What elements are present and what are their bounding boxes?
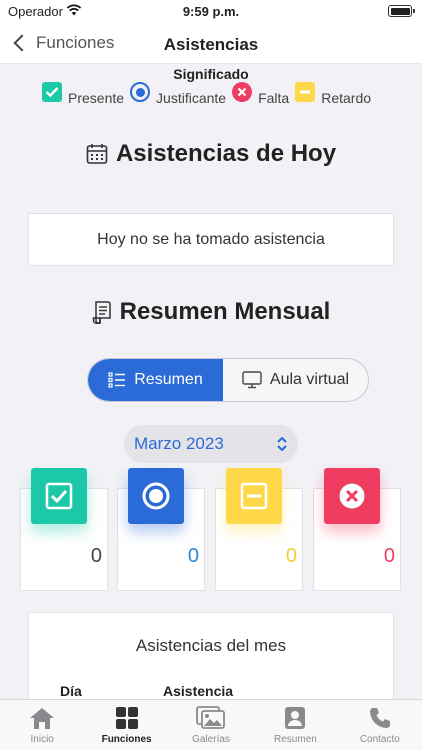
tab-label: Inicio <box>30 734 54 745</box>
stat-card-retardos: R 0 <box>215 468 303 591</box>
tab-label: Funciones <box>101 734 152 745</box>
segment-aula-virtual[interactable]: Aula virtual <box>223 359 368 401</box>
segment-label: Resumen <box>134 371 203 388</box>
summary-heading-text: Resumen Mensual <box>119 298 331 325</box>
x-circle-icon <box>324 468 380 524</box>
tab-label: Resumen <box>274 734 317 745</box>
tab-contacto[interactable]: Contacto <box>338 700 422 750</box>
stat-count: 0 <box>383 545 395 567</box>
check-square-icon <box>31 468 87 524</box>
tab-label: Contacto <box>359 734 400 745</box>
segmented-control: Resumen Aula virtual <box>87 358 369 402</box>
check-square-icon <box>42 82 62 102</box>
column-header-attendance: Asistencia <box>163 683 234 699</box>
tab-galerias[interactable]: Galerías <box>169 700 253 750</box>
today-heading: Asistencias de Hoy <box>0 140 422 168</box>
legend-label: Retardo <box>321 90 372 106</box>
segment-label: Aula virtual <box>269 371 350 388</box>
stat-letter: J <box>191 511 199 528</box>
legend-item-presente: Presente <box>42 82 124 106</box>
minus-square-icon <box>226 468 282 524</box>
gallery-icon <box>196 706 225 729</box>
radio-dot-icon <box>128 468 184 524</box>
legend-label: Justificante <box>156 90 227 106</box>
stat-letter: F <box>385 511 395 528</box>
minus-square-icon <box>295 82 316 102</box>
summary-heading: Resumen Mensual <box>0 298 422 326</box>
tab-label: Galerías <box>192 734 230 745</box>
monitor-icon <box>242 371 262 389</box>
radio-dot-icon <box>130 82 151 102</box>
today-message: Hoy no se ha tomado asistencia <box>97 230 325 248</box>
clock: 9:59 p.m. <box>182 4 240 19</box>
legend: Presente Justificante Falta Retardo <box>42 82 377 106</box>
legend-title: Significado <box>173 66 249 82</box>
stat-letter: A <box>91 511 102 528</box>
stat-card-asistencias: A 0 <box>20 468 108 591</box>
tab-resumen[interactable]: Resumen <box>253 700 337 750</box>
month-picker[interactable]: Marzo 2023 <box>124 425 298 463</box>
stat-card-justificantes: J 0 <box>117 468 205 591</box>
navigation-bar: Funciones Asistencias <box>0 26 422 64</box>
column-header-day: Día <box>60 683 82 699</box>
legend-item-retardo: Retardo <box>295 82 371 106</box>
legend-label: Falta <box>258 90 290 106</box>
month-attendance-card: Asistencias del mes Día Asistencia <box>28 612 394 712</box>
battery-icon <box>388 5 415 17</box>
today-heading-text: Asistencias de Hoy <box>115 140 337 167</box>
status-bar: Operador 9:59 p.m. <box>0 0 422 26</box>
grid-icon <box>115 707 138 729</box>
legend-label: Presente <box>68 90 125 106</box>
stat-count: 0 <box>90 545 102 567</box>
month-value: Marzo 2023 <box>134 434 224 453</box>
x-circle-icon <box>232 82 253 102</box>
phone-icon <box>369 708 390 728</box>
chevron-updown-icon <box>277 436 287 452</box>
month-card-title: Asistencias del mes <box>135 636 287 655</box>
stat-letter: R <box>285 511 297 528</box>
segment-resumen[interactable]: Resumen <box>88 359 223 401</box>
stat-count: 0 <box>285 545 297 567</box>
home-icon <box>30 708 55 729</box>
tab-funciones[interactable]: Funciones <box>84 700 168 750</box>
page-title: Asistencias <box>163 35 259 54</box>
stat-card-faltas: F 0 <box>313 468 401 591</box>
person-card-icon <box>285 707 306 729</box>
legend-item-falta: Falta <box>232 82 289 106</box>
list-icon <box>108 372 126 388</box>
stat-count: 0 <box>187 545 199 567</box>
scroll-icon <box>92 301 111 324</box>
calendar-icon <box>86 144 108 164</box>
tab-bar: Inicio Funciones Galerías Resumen Contac… <box>0 699 422 750</box>
legend-item-justificante: Justificante <box>130 82 226 106</box>
today-card: Hoy no se ha tomado asistencia <box>28 213 394 266</box>
tab-inicio[interactable]: Inicio <box>0 700 84 750</box>
